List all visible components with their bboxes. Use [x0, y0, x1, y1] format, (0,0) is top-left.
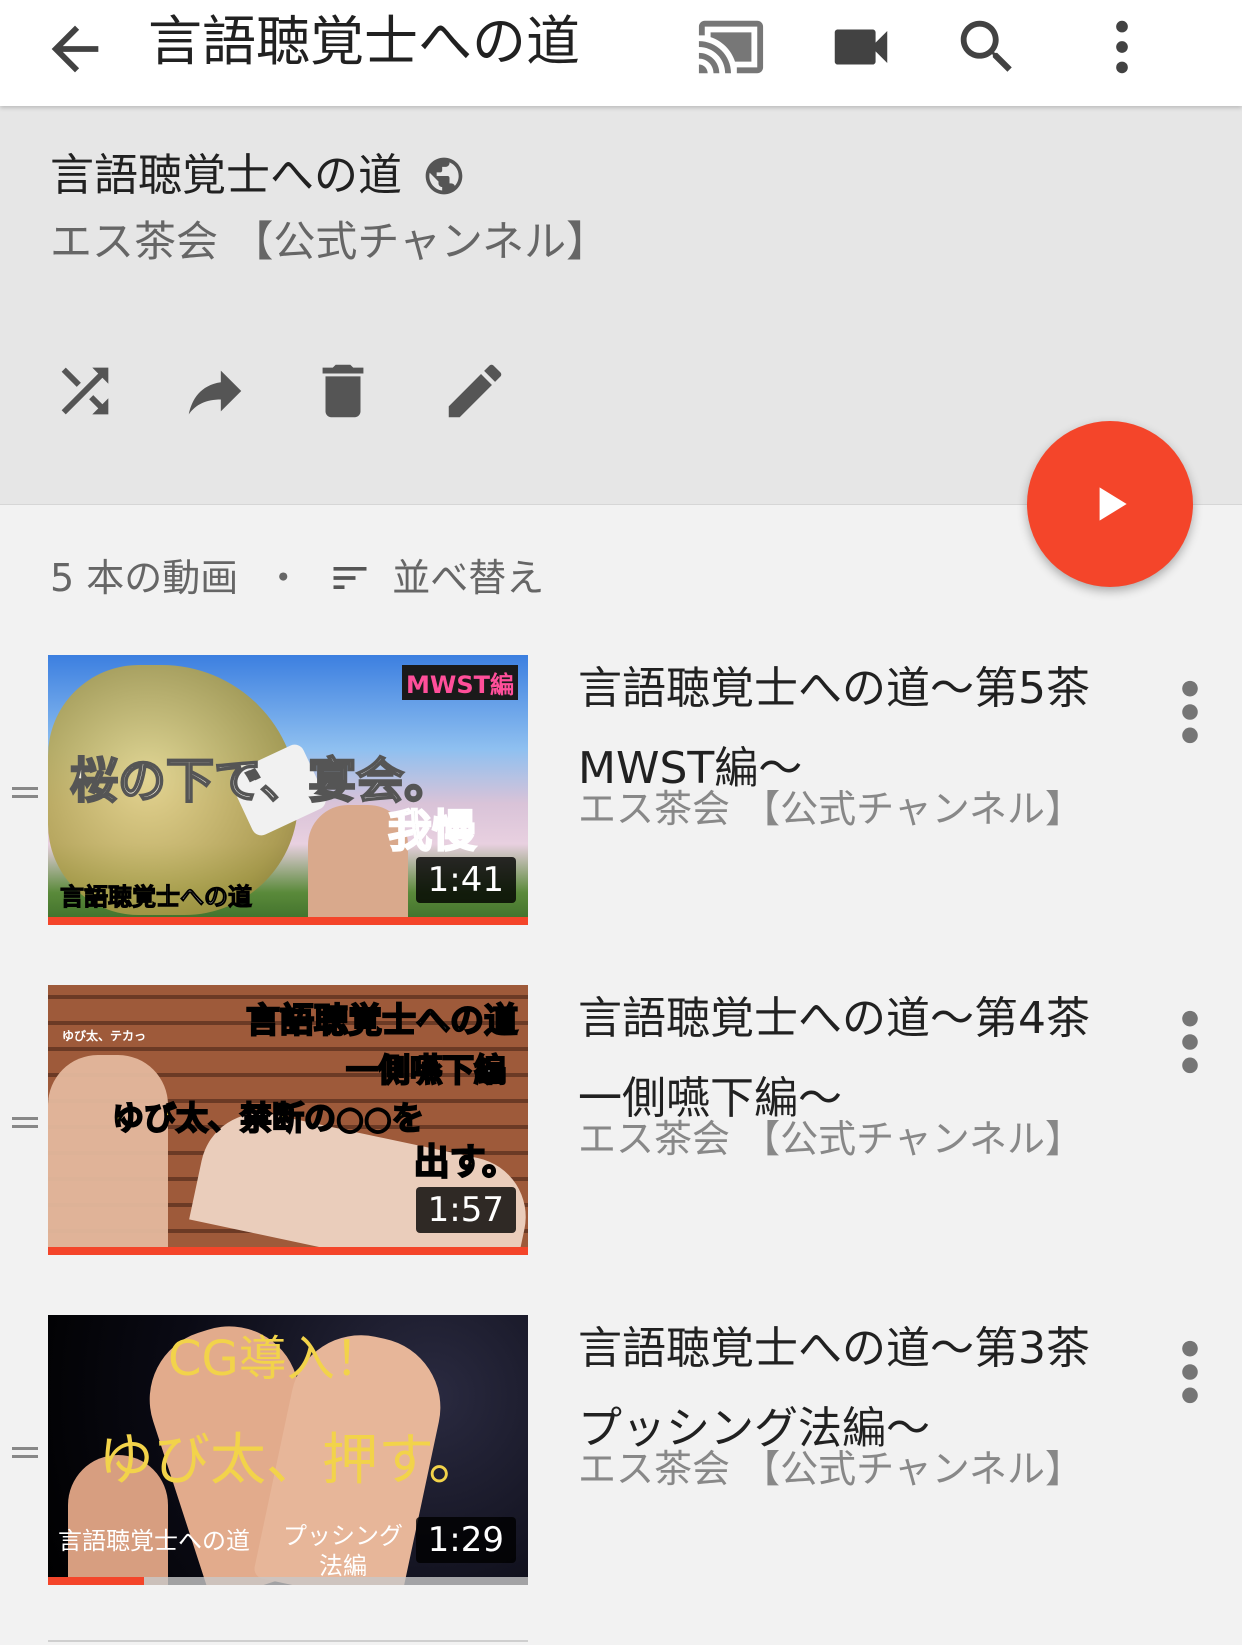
edit-icon[interactable] [440, 356, 510, 426]
drag-handle-icon[interactable] [12, 1443, 38, 1463]
search-icon[interactable] [952, 12, 1022, 82]
thumb-headline: CG導入！ [168, 1331, 383, 1387]
play-all-button[interactable] [1027, 421, 1193, 587]
list-item[interactable]: MWST編 桜の下で、宴会。 我慢 言語聴覚士への道 1:41 言語聴覚士への道… [0, 655, 1242, 945]
globe-icon [425, 157, 463, 195]
duration-badge: 1:41 [415, 857, 516, 903]
video-owner: エス茶会 【公式チャンネル】 [578, 1447, 1083, 1491]
thumb-caption: ゆび太、押す。 [98, 1428, 485, 1493]
watch-progress [48, 1577, 144, 1585]
play-icon [1099, 487, 1127, 521]
video-camera-icon[interactable] [826, 12, 896, 82]
duration-badge: 1:29 [415, 1517, 516, 1563]
video-thumbnail[interactable]: CG導入！ ゆび太、押す。 言語聴覚士への道 プッシング法編 1:29 [48, 1315, 528, 1585]
thumb-subtitle: プッシング法編 [283, 1522, 403, 1580]
thumb-tag: MWST編 [401, 665, 518, 700]
cast-icon[interactable] [696, 12, 766, 82]
video-owner: エス茶会 【公式チャンネル】 [578, 787, 1083, 831]
thumb-series: 言語聴覚士への道 [60, 883, 253, 912]
finger-image [48, 1055, 168, 1255]
more-vert-icon[interactable] [1087, 12, 1157, 82]
duration-badge: 1:57 [415, 1187, 516, 1233]
thumb-note: ゆび太、テカっ [62, 1029, 147, 1043]
share-icon[interactable] [180, 356, 250, 426]
sort-button[interactable]: 並べ替え [392, 548, 544, 608]
more-vert-icon[interactable] [1170, 677, 1210, 747]
list-item-divider [48, 1640, 528, 1642]
watch-progress [48, 1247, 528, 1255]
video-count: 5 本の動画 [50, 556, 239, 600]
list-item[interactable]: CG導入！ ゆび太、押す。 言語聴覚士への道 プッシング法編 1:29 言語聴覚… [0, 1315, 1242, 1605]
playlist-title-row: 言語聴覚士への道 [50, 146, 466, 206]
more-vert-icon[interactable] [1170, 1337, 1210, 1407]
meta-separator: ・ [264, 556, 303, 600]
app-bar: 言語聴覚士への道 [0, 0, 1242, 106]
thumb-caption: ゆび太、禁断の○○を [111, 1098, 425, 1138]
video-thumbnail[interactable]: 言語聴覚士への道 ゆび太、テカっ 一側嚥下編 ゆび太、禁断の○○を 出す。 1:… [48, 985, 528, 1255]
sort-icon[interactable] [328, 556, 372, 600]
drag-handle-icon[interactable] [12, 1113, 38, 1133]
playlist-meta: 5 本の動画 ・ 並べ替え [50, 548, 544, 608]
more-vert-icon[interactable] [1170, 1007, 1210, 1077]
video-owner: エス茶会 【公式チャンネル】 [578, 1117, 1083, 1161]
thumb-caption: 我慢 [387, 805, 477, 858]
shuffle-icon[interactable] [50, 356, 120, 426]
back-arrow-icon[interactable] [40, 14, 110, 84]
thumb-series: 言語聴覚士への道 [58, 1527, 250, 1555]
list-item[interactable]: 言語聴覚士への道 ゆび太、テカっ 一側嚥下編 ゆび太、禁断の○○を 出す。 1:… [0, 985, 1242, 1275]
thumb-caption: 一側嚥下編 [345, 1050, 507, 1090]
thumb-headline: 言語聴覚士への道 [245, 1000, 519, 1042]
delete-icon[interactable] [308, 356, 378, 426]
video-thumbnail[interactable]: MWST編 桜の下で、宴会。 我慢 言語聴覚士への道 1:41 [48, 655, 528, 925]
watch-progress [48, 917, 528, 925]
playlist-owner[interactable]: エス茶会 【公式チャンネル】 [50, 214, 608, 270]
playlist-title: 言語聴覚士への道 [50, 150, 402, 201]
thumb-caption: 出す。 [413, 1141, 519, 1184]
page-title: 言語聴覚士への道 [148, 10, 580, 73]
drag-handle-icon[interactable] [12, 783, 38, 803]
